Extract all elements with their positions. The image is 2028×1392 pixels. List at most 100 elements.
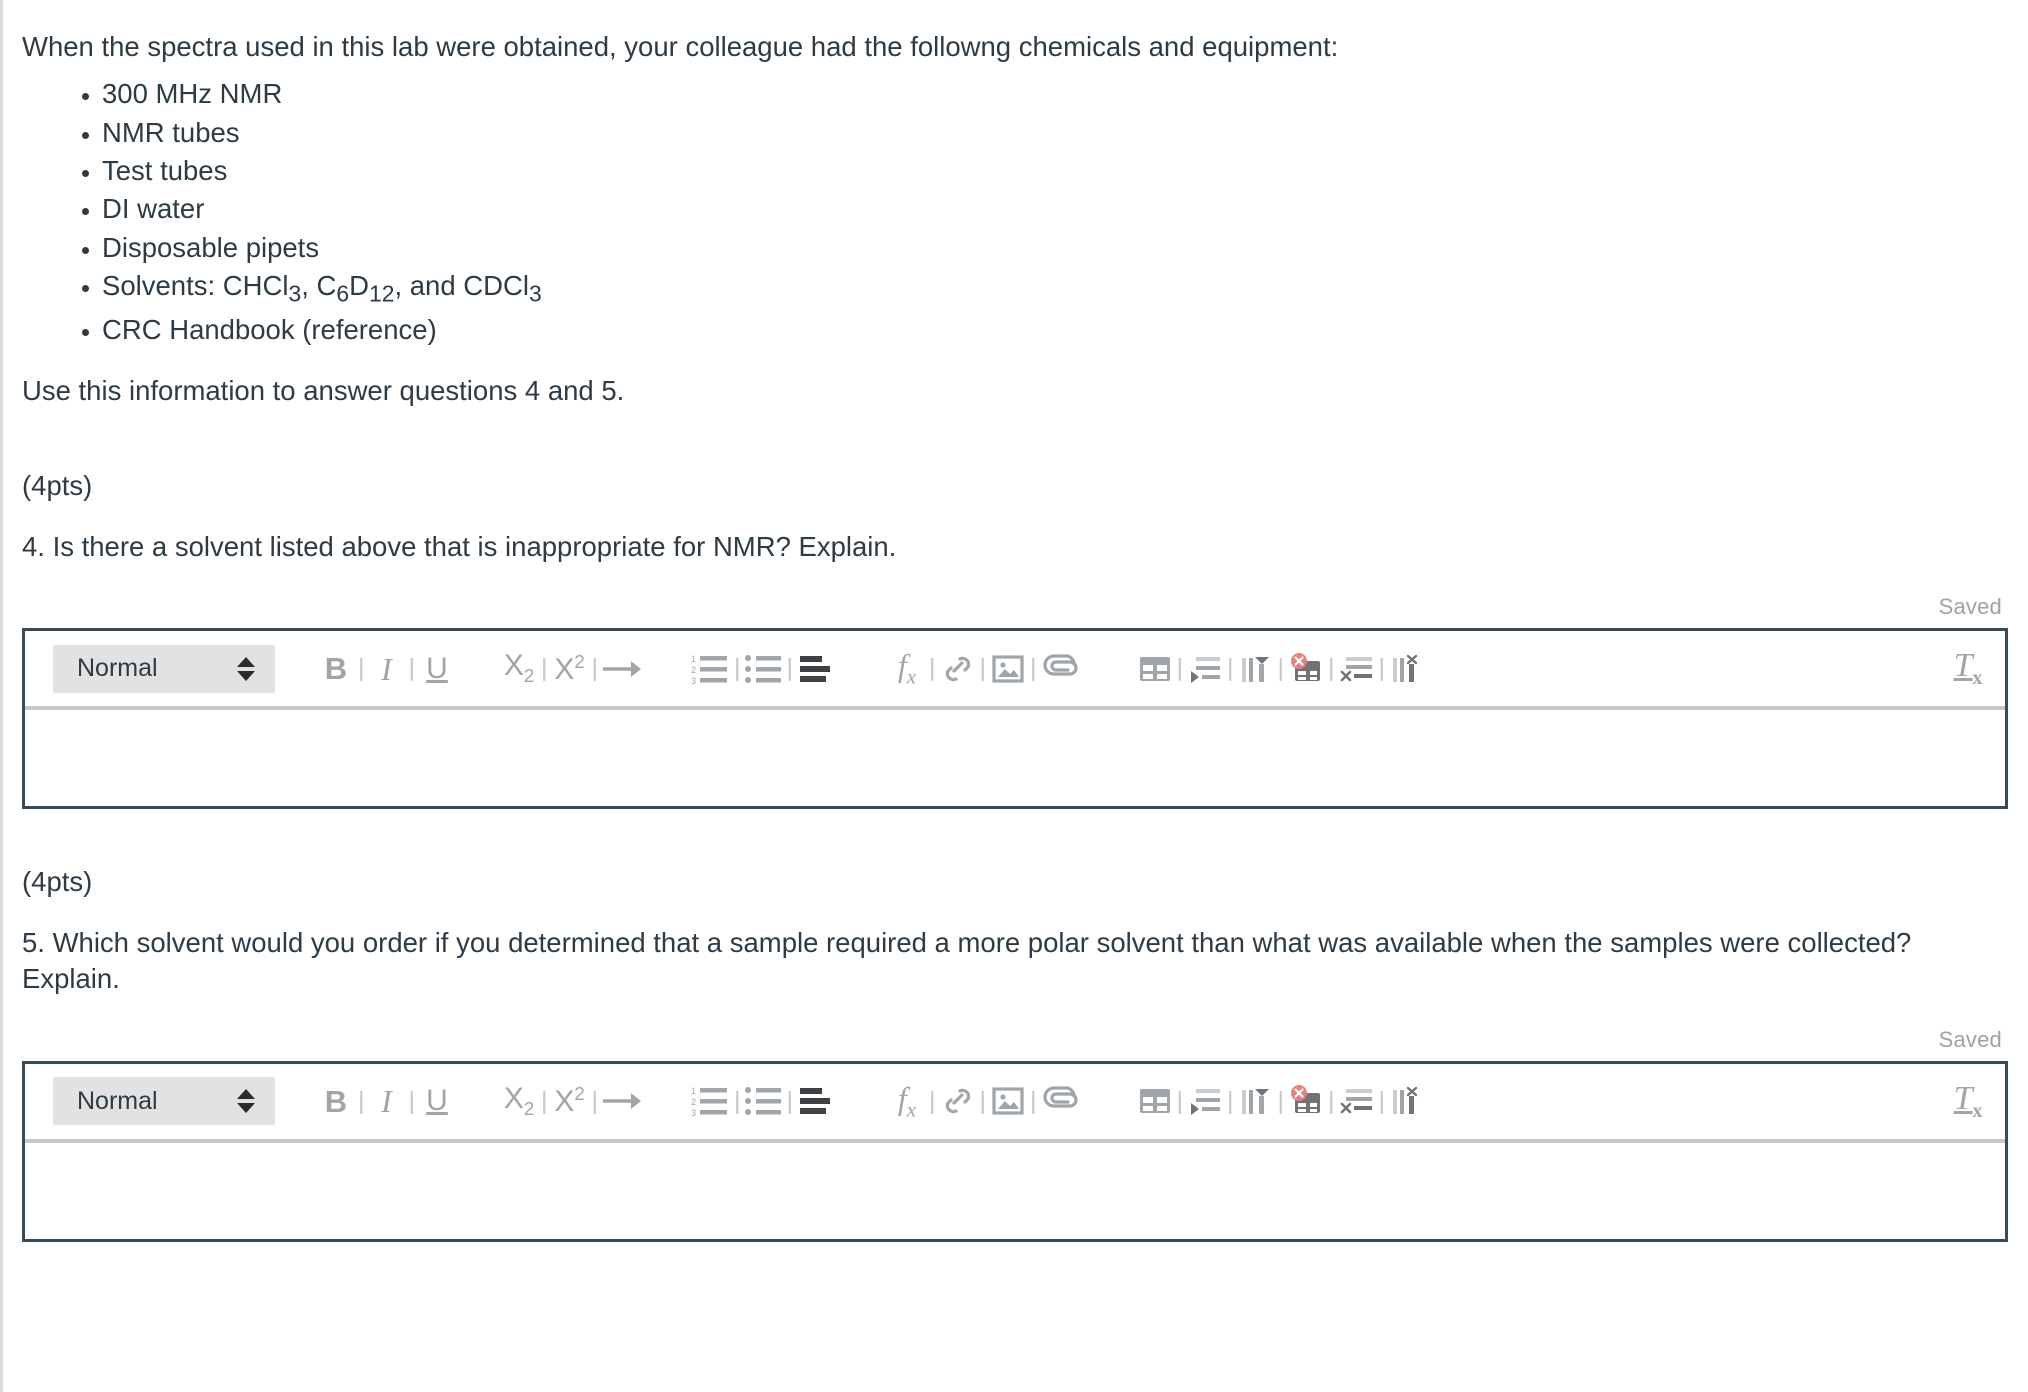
paragraph-format-select[interactable]: Normal <box>53 644 275 693</box>
paperclip-icon <box>1040 653 1082 684</box>
clear-formatting-icon: Tx <box>1953 647 1983 689</box>
intro-paragraph: When the spectra used in this lab were o… <box>22 31 1339 62</box>
rich-content-editor-question-4[interactable]: Normal B | I | U X2 | X2 | 1 2 3 | | fx … <box>22 628 2008 810</box>
indent-button[interactable] <box>601 643 645 695</box>
separator: | <box>1176 654 1184 683</box>
underline-button[interactable]: U <box>418 643 456 695</box>
superscript-button[interactable]: X2 <box>551 643 589 695</box>
numbered-list-button[interactable]: 1 2 3 <box>691 643 731 695</box>
delete-table-icon <box>1288 652 1324 685</box>
rich-content-editor-question-5[interactable]: Normal B | I | U X2 | X2 | 1 2 3 | | fx … <box>22 1060 2008 1242</box>
insert-table-button[interactable] <box>1136 643 1174 695</box>
bold-button[interactable]: B <box>317 643 355 695</box>
subscript-icon: X2 <box>503 1081 535 1119</box>
italic-icon: I <box>381 650 392 687</box>
separator: | <box>1328 1086 1335 1115</box>
text-style-group: B | I | U <box>317 643 456 695</box>
separator: | <box>1378 1086 1386 1115</box>
question-4-status-row: Saved <box>22 594 2008 620</box>
numbered-list-button[interactable]: 1 2 3 <box>691 1075 731 1127</box>
bold-button[interactable]: B <box>317 1075 355 1127</box>
delete-column-button[interactable] <box>1388 1075 1426 1127</box>
insert-row-button[interactable] <box>1186 1075 1224 1127</box>
clear-formatting-icon: Tx <box>1953 1079 1983 1122</box>
bulleted-list-button[interactable] <box>744 643 784 695</box>
table-icon <box>1138 654 1172 684</box>
editor-toolbar: Normal B | I | U X2 | X2 | 1 2 3 | | fx … <box>25 631 2005 711</box>
subscript-icon: X2 <box>503 649 535 687</box>
numbered-list-icon: 1 2 3 <box>691 653 731 685</box>
indent-button[interactable] <box>601 1075 645 1127</box>
superscript-button[interactable]: X2 <box>551 1075 589 1127</box>
column-insert-icon <box>1240 1086 1272 1116</box>
paragraph-format-select[interactable]: Normal <box>53 1077 275 1126</box>
delete-row-button[interactable] <box>1338 1075 1376 1127</box>
delete-table-icon <box>1288 1085 1324 1117</box>
image-icon <box>992 654 1024 684</box>
question-5-points: (4pts) <box>22 866 93 898</box>
align-left-icon <box>797 1085 833 1117</box>
attach-button[interactable] <box>1040 643 1082 695</box>
list-item: Test tubes <box>102 156 2008 186</box>
svg-text:3: 3 <box>691 1108 696 1117</box>
row-delete-icon <box>1340 654 1374 684</box>
underline-icon: U <box>426 651 448 685</box>
insert-row-button[interactable] <box>1186 643 1224 695</box>
editor-text-area[interactable] <box>25 710 2005 807</box>
paperclip-icon <box>1040 1086 1082 1116</box>
image-button[interactable] <box>989 1075 1027 1127</box>
svg-text:3: 3 <box>691 676 696 685</box>
separator: | <box>1378 654 1386 683</box>
attach-button[interactable] <box>1040 1075 1082 1127</box>
underline-icon: U <box>426 1084 448 1118</box>
align-button[interactable] <box>796 643 834 695</box>
delete-column-button[interactable] <box>1388 643 1426 695</box>
italic-icon: I <box>381 1083 392 1120</box>
separator: | <box>1277 1086 1285 1115</box>
insert-column-button[interactable] <box>1237 1075 1275 1127</box>
link-button[interactable] <box>939 1075 977 1127</box>
question-5-text: 5. Which solvent would you order if you … <box>22 927 1912 995</box>
italic-button[interactable]: I <box>368 1075 406 1127</box>
delete-table-button[interactable] <box>1287 643 1325 695</box>
underline-button[interactable]: U <box>418 1075 456 1127</box>
table-group: | | | | | <box>1136 643 1427 695</box>
link-button[interactable] <box>939 643 977 695</box>
separator: | <box>408 1086 416 1115</box>
solvents-sub-2: 6 <box>336 280 350 307</box>
table-group: | | | | | <box>1136 1075 1427 1127</box>
separator: | <box>541 654 548 683</box>
separator: | <box>408 654 416 683</box>
arrow-right-icon <box>601 657 645 681</box>
editor-text-area[interactable] <box>25 1142 2005 1239</box>
paragraph-format-value: Normal <box>77 1086 158 1115</box>
separator: | <box>1030 654 1037 683</box>
status-badge: Saved <box>1938 1026 2002 1052</box>
clear-formatting-button[interactable]: Tx <box>1949 1075 1987 1127</box>
link-chain-icon <box>941 1086 975 1116</box>
solvents-prefix: Solvents: CHCl <box>102 270 289 302</box>
align-button[interactable] <box>796 1075 834 1127</box>
bulleted-list-button[interactable] <box>744 1075 784 1127</box>
function-fx-icon: fx <box>897 647 917 689</box>
equation-button[interactable]: fx <box>888 643 926 695</box>
clear-formatting-button[interactable]: Tx <box>1949 643 1987 695</box>
page-left-edge <box>0 0 3 1392</box>
italic-button[interactable]: I <box>368 643 406 695</box>
insert-column-button[interactable] <box>1237 643 1275 695</box>
chevron-updown-icon <box>237 656 255 681</box>
separator: | <box>979 1086 987 1115</box>
delete-table-button[interactable] <box>1287 1075 1325 1127</box>
insert-table-button[interactable] <box>1136 1075 1174 1127</box>
svg-text:2: 2 <box>691 665 696 675</box>
solvents-sub-4: 3 <box>528 280 542 307</box>
use-information-text: Use this information to answer questions… <box>22 374 625 406</box>
delete-row-button[interactable] <box>1338 643 1376 695</box>
subscript-button[interactable]: X2 <box>500 1075 538 1127</box>
numbered-list-icon: 1 2 3 <box>691 1085 731 1117</box>
subscript-button[interactable]: X2 <box>500 643 538 695</box>
image-button[interactable] <box>989 643 1027 695</box>
equation-button[interactable]: fx <box>888 1075 926 1127</box>
bold-icon: B <box>324 651 348 687</box>
column-delete-icon <box>1391 654 1423 684</box>
